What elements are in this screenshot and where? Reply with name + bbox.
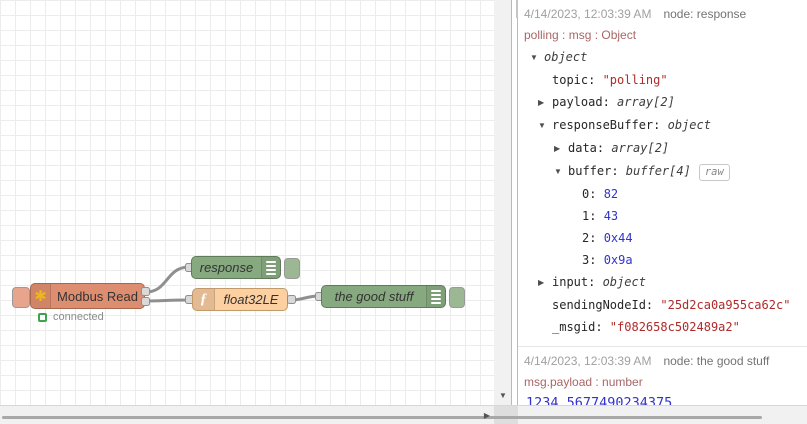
wire-layer (144, 265, 321, 303)
debug-toggle-button[interactable] (449, 287, 465, 308)
tree-row: ▼ object (524, 46, 803, 69)
tree-toggle-arrow-icon[interactable]: ▶ (554, 138, 568, 160)
wire[interactable] (144, 298, 191, 303)
tree-toggle-arrow-icon[interactable]: ▼ (530, 47, 544, 69)
tree-value: 43 (603, 209, 619, 223)
tree-row: 2: 0x44 (524, 227, 803, 249)
node-response-debug[interactable]: response (191, 256, 281, 279)
tree-toggle-arrow-icon[interactable]: ▶ (538, 272, 552, 294)
horizontal-scrollbar-thumb[interactable] (2, 416, 762, 419)
output-port[interactable] (141, 297, 150, 306)
tree-row: _msgid: "f082658c502489a2" (524, 316, 803, 338)
horizontal-scrollbar[interactable] (0, 405, 807, 424)
tree-row: 1: 43 (524, 205, 803, 227)
debug-message: 4/14/2023, 12:03:39 AM node: response pol… (518, 0, 807, 346)
tree-key: topic: (552, 73, 603, 87)
node-label: response (199, 260, 254, 275)
tree-key: 0: (582, 187, 604, 201)
message-node-name: node: the good stuff (663, 354, 770, 368)
debug-console-icon (426, 286, 445, 307)
canvas-vertical-scrollbar[interactable] (494, 0, 511, 405)
node-good-stuff-debug[interactable]: the good stuff (321, 285, 446, 308)
message-property-path: msg.payload : number (524, 375, 643, 389)
flow-canvas[interactable]: ✱ Modbus Read connected response ƒ float… (0, 0, 494, 405)
output-port[interactable] (287, 295, 296, 304)
tree-key: 2: (582, 231, 604, 245)
debug-sidebar: 4/14/2023, 12:03:39 AM node: response pol… (518, 0, 807, 405)
tree-row: 3: 0x9a (524, 249, 803, 271)
tree-value: 0x9a (603, 253, 633, 267)
debug-message: 4/14/2023, 12:03:39 AM node: the good stu… (518, 346, 807, 405)
tree-key: payload: (552, 95, 618, 109)
message-property-path: polling : msg : Object (524, 28, 637, 42)
function-icon: ƒ (193, 289, 215, 310)
scroll-down-arrow-icon[interactable]: ▼ (496, 387, 510, 403)
payload-number-value: 1234.5677490234375 (526, 395, 673, 405)
tree-key: sendingNodeId: (552, 298, 661, 312)
node-status-text: connected (53, 311, 104, 323)
modbus-inject-button[interactable] (12, 287, 30, 308)
debug-toggle-button[interactable] (284, 258, 300, 279)
tree-key: input: (552, 275, 603, 289)
tree-type: object (602, 275, 646, 289)
sidebar-divider[interactable] (511, 0, 518, 405)
node-modbus-read[interactable]: ✱ Modbus Read (30, 283, 145, 309)
tree-type: buffer[4] (625, 164, 691, 178)
tree-row: ▼ responseBuffer: object (524, 114, 803, 137)
modbus-flower-icon: ✱ (31, 284, 52, 308)
debug-console-icon (261, 257, 280, 278)
tree-type: object (544, 50, 588, 64)
message-timestamp: 4/14/2023, 12:03:39 AM (524, 354, 652, 368)
tree-toggle-arrow-icon[interactable]: ▶ (538, 92, 552, 114)
message-node-name: node: response (663, 7, 747, 21)
tree-key: buffer: (568, 164, 626, 178)
tree-row: 0: 82 (524, 183, 803, 205)
tree-toggle-arrow-icon[interactable]: ▼ (538, 115, 552, 137)
node-label: the good stuff (334, 289, 414, 304)
tree-row: ▶ input: object (524, 271, 803, 294)
tree-key: data: (568, 141, 612, 155)
tree-type: array[2] (611, 141, 670, 155)
tree-value: 0x44 (603, 231, 633, 245)
json-tree: ▼ object topic: "polling" ▶ payload: array[2… (524, 46, 803, 338)
status-ring-icon (38, 313, 47, 322)
output-port[interactable] (141, 287, 150, 296)
raw-button[interactable]: raw (698, 164, 730, 181)
tree-value: "polling" (602, 73, 668, 87)
tree-value: "25d2ca0a955ca62c" (660, 298, 791, 312)
message-timestamp: 4/14/2023, 12:03:39 AM (524, 7, 652, 21)
tree-row: ▶ data: array[2] (524, 137, 803, 160)
node-label: float32LE (223, 292, 279, 307)
tree-row: sendingNodeId: "25d2ca0a955ca62c" (524, 294, 803, 316)
tree-value: 82 (603, 187, 619, 201)
scrollbar-corner (494, 406, 518, 424)
tree-row: ▶ payload: array[2] (524, 91, 803, 114)
tree-key: 1: (582, 209, 604, 223)
tree-type: object (667, 118, 711, 132)
node-float32le-function[interactable]: ƒ float32LE (192, 288, 288, 311)
tree-type: array[2] (617, 95, 675, 109)
node-label: Modbus Read (57, 288, 138, 304)
tree-key: responseBuffer: (552, 118, 668, 132)
tree-row: topic: "polling" (524, 69, 803, 91)
scroll-right-arrow-icon[interactable]: ▶ (481, 409, 493, 421)
wire[interactable] (144, 265, 191, 294)
tree-toggle-arrow-icon[interactable]: ▼ (554, 161, 568, 183)
tree-key: 3: (582, 253, 604, 267)
tree-row: ▼ buffer: buffer[4] raw (524, 160, 803, 183)
tree-value: "f082658c502489a2" (609, 320, 740, 334)
tree-key: _msgid: (552, 320, 610, 334)
node-red-window: ✱ Modbus Read connected response ƒ float… (0, 0, 807, 424)
